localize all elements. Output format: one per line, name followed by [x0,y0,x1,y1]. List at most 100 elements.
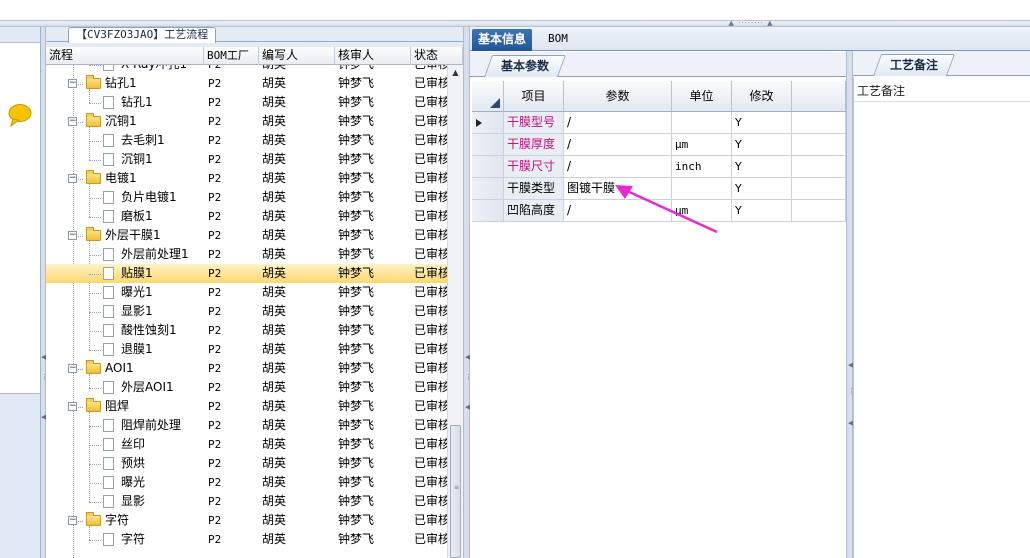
parameter-row[interactable]: 干膜厚度 / μm Y [472,134,846,156]
tree-row[interactable]: 酸性蚀刻1 P2 胡英 钟梦飞 已审核 [46,321,447,340]
collapse-toggle-icon[interactable]: − [68,516,77,525]
tree-row[interactable]: 外层前处理1 P2 胡英 钟梦飞 已审核 [46,245,447,264]
grid-corner[interactable] [472,81,504,112]
top-splitter[interactable]: ▲ ········ ▲ [0,20,1030,27]
tree-row[interactable]: 沉铜1 P2 胡英 钟梦飞 已审核 [46,150,447,169]
tab-basic-params[interactable]: 基本参数 [483,55,567,77]
param-unit-cell[interactable]: μm [672,200,732,222]
tree-folder-row[interactable]: − AOI1 P2 胡英 钟梦飞 已审核 [46,359,447,378]
tree-row[interactable]: 显影 P2 胡英 钟梦飞 已审核 [46,492,447,511]
parameter-row[interactable]: 干膜类型 图镀干膜 Y [472,178,846,200]
reviewer-cell: 钟梦飞 [338,456,375,470]
param-value-cell[interactable]: / [564,134,672,156]
folder-icon [86,227,101,241]
tree-vertical-scrollbar[interactable]: ▲ ≡ [447,65,463,558]
collapse-toggle-icon[interactable]: − [68,231,77,240]
row-selector[interactable] [472,200,504,222]
thumb-grip-icon: ≡ [454,484,460,491]
scroll-up-icon[interactable]: ▲ [448,65,463,81]
factory-cell: P2 [208,438,222,451]
param-unit-cell[interactable] [672,178,732,200]
param-unit-cell[interactable] [672,112,732,134]
tree-row[interactable]: 曝光1 P2 胡英 钟梦飞 已审核 [46,283,447,302]
column-header-factory[interactable]: BOM工厂 [204,47,259,65]
row-selector[interactable] [472,134,504,156]
tree-node-label: 负片电镀1 [121,190,177,204]
tree-folder-row[interactable]: − 字符 P2 胡英 钟梦飞 已审核 [46,511,447,530]
tree-node-label: 外层AOI1 [121,380,174,394]
column-header-process[interactable]: 流程 [46,47,204,65]
tree-row[interactable]: 预烘 P2 胡英 钟梦飞 已审核 [46,454,447,473]
tree-node-label: 预烘 [121,456,146,470]
column-header-item[interactable]: 项目 [504,81,564,112]
tree-row[interactable]: 负片电镀1 P2 胡英 钟梦飞 已审核 [46,188,447,207]
remark-divider [854,101,1030,102]
collapse-toggle-icon[interactable]: − [68,79,77,88]
param-modify-cell[interactable]: Y [732,112,792,134]
right-splitter[interactable]: ◀ ⋮ ◀ [846,51,855,558]
param-modify-cell[interactable]: Y [732,134,792,156]
param-value-cell[interactable]: 图镀干膜 [564,178,672,200]
column-header-status[interactable]: 状态 [411,47,463,65]
factory-cell: P2 [208,495,222,508]
param-value-cell[interactable]: / [564,112,672,134]
reviewer-cell: 钟梦飞 [338,323,375,337]
tab-bom[interactable]: BOM [542,29,574,51]
reviewer-cell: 钟梦飞 [338,532,375,546]
tree-folder-row[interactable]: − 外层干膜1 P2 胡英 钟梦飞 已审核 [46,226,447,245]
param-value-cell[interactable]: / [564,200,672,222]
param-modify-cell[interactable]: Y [732,156,792,178]
chat-bubble-icon[interactable] [6,101,34,129]
row-selector[interactable] [472,112,504,134]
factory-cell: P2 [208,210,222,223]
tree-folder-row[interactable]: − 沉铜1 P2 胡英 钟梦飞 已审核 [46,112,447,131]
collapse-toggle-icon[interactable]: − [68,402,77,411]
tab-process-remark[interactable]: 工艺备注 [872,54,956,76]
document-icon [103,248,114,261]
row-selector[interactable] [472,156,504,178]
column-header-reviewer[interactable]: 核审人 [335,47,411,65]
tree-row[interactable]: 磨板1 P2 胡英 钟梦飞 已审核 [46,207,447,226]
tree-folder-row[interactable]: − 阻焊 P2 胡英 钟梦飞 已审核 [46,397,447,416]
tree-row[interactable]: 贴膜1 P2 胡英 钟梦飞 已审核 [46,264,447,283]
collapse-toggle-icon[interactable]: − [68,117,77,126]
tree-row[interactable]: 丝印 P2 胡英 钟梦飞 已审核 [46,435,447,454]
author-cell: 胡英 [262,228,287,242]
tree-folder-row[interactable]: − 钻孔1 P2 胡英 钟梦飞 已审核 [46,74,447,93]
status-cell: 已审核 [414,65,447,74]
tree-folder-row[interactable]: − 电镀1 P2 胡英 钟梦飞 已审核 [46,169,447,188]
param-modify-cell[interactable]: Y [732,200,792,222]
tree-row[interactable]: 阻焊前处理 P2 胡英 钟梦飞 已审核 [46,416,447,435]
collapse-toggle-icon[interactable]: − [68,174,77,183]
status-cell: 已审核 [414,475,447,489]
center-splitter[interactable]: ◀ ⋮ ◀ [463,27,472,558]
param-unit-cell[interactable]: inch [672,156,732,178]
column-header-param[interactable]: 参数 [564,81,672,112]
tree-row[interactable]: 外层AOI1 P2 胡英 钟梦飞 已审核 [46,378,447,397]
tree-row[interactable]: 曝光 P2 胡英 钟梦飞 已审核 [46,473,447,492]
reviewer-cell: 钟梦飞 [338,361,375,375]
parameter-row[interactable]: 干膜型号 / Y [472,112,846,134]
tree-node-label: 显影1 [121,304,153,318]
param-modify-cell[interactable]: Y [732,178,792,200]
column-header-author[interactable]: 编写人 [259,47,335,65]
tree-row[interactable]: X-Ray冲孔1 P2 胡英钟梦飞已审核 [46,65,447,74]
param-value-cell[interactable]: / [564,156,672,178]
reviewer-cell: 钟梦飞 [338,190,375,204]
collapse-toggle-icon[interactable]: − [68,364,77,373]
reviewer-cell: 钟梦飞 [338,133,375,147]
tree-row[interactable]: 显影1 P2 胡英 钟梦飞 已审核 [46,302,447,321]
tree-row[interactable]: 钻孔1 P2 胡英 钟梦飞 已审核 [46,93,447,112]
tree-row[interactable]: 去毛刺1 P2 胡英 钟梦飞 已审核 [46,131,447,150]
column-header-modify[interactable]: 修改 [732,81,792,112]
tree-row[interactable]: 字符 P2 胡英 钟梦飞 已审核 [46,530,447,549]
row-selector[interactable] [472,178,504,200]
parameter-row[interactable]: 干膜尺寸 / inch Y [472,156,846,178]
scrollbar-thumb[interactable]: ≡ [450,425,461,558]
tree-row[interactable]: 退膜1 P2 胡英 钟梦飞 已审核 [46,340,447,359]
param-unit-cell[interactable]: μm [672,134,732,156]
column-header-unit[interactable]: 单位 [672,81,732,112]
parameter-row[interactable]: 凹陷高度 / μm Y [472,200,846,222]
tab-basic-info[interactable]: 基本信息 [472,29,533,51]
author-cell: 胡英 [262,342,287,356]
